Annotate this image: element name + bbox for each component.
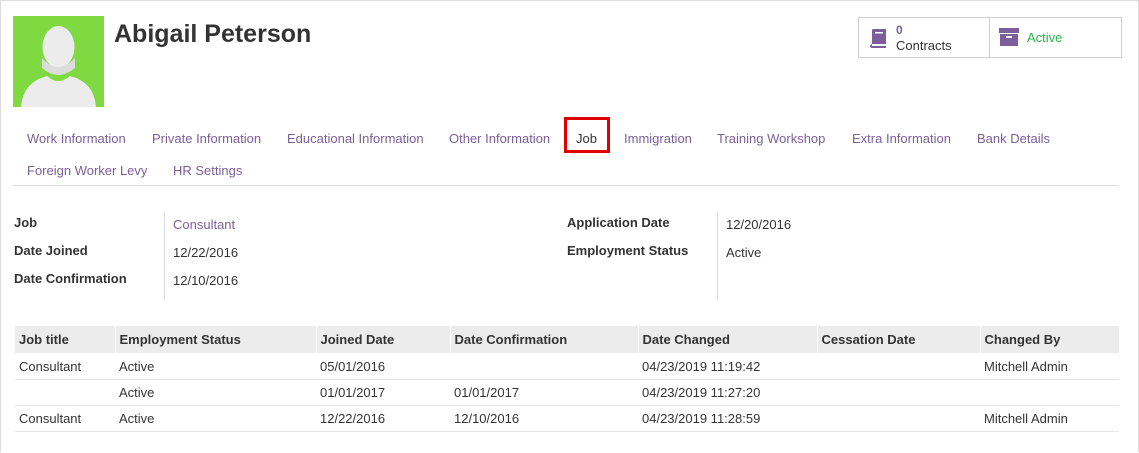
- job-tab-highlight: [564, 117, 610, 153]
- cell-changed-by: Mitchell Admin: [980, 405, 1119, 432]
- cell-employment-status: Active: [115, 405, 316, 432]
- cell-joined-date: 12/22/2016: [316, 405, 450, 432]
- active-label: Active: [1027, 30, 1063, 45]
- column-header-joined-date[interactable]: Joined Date: [315, 326, 450, 353]
- field-divider-left: [164, 212, 165, 300]
- column-header-cessation-date[interactable]: Cessation Date: [816, 326, 980, 353]
- cell-date-confirmation: 01/01/2017: [450, 379, 638, 406]
- tab-foreign-worker-levy[interactable]: Foreign Worker Levy: [27, 163, 147, 178]
- book-icon: [870, 29, 886, 48]
- active-toggle-button[interactable]: Active: [989, 17, 1122, 58]
- tab-work-information[interactable]: Work Information: [27, 131, 126, 146]
- cell-date-changed: 04/23/2019 11:27:20: [638, 379, 817, 406]
- cell-date-confirmation: [450, 353, 638, 380]
- person-silhouette-icon: [21, 26, 96, 107]
- column-header-date-confirmation[interactable]: Date Confirmation: [449, 326, 638, 353]
- tab-private-information[interactable]: Private Information: [152, 131, 261, 146]
- cell-job-title: Consultant: [15, 353, 115, 380]
- contracts-label: Contracts: [896, 38, 952, 53]
- application-date-label: Application Date: [567, 215, 670, 230]
- contracts-button[interactable]: 0 Contracts: [858, 17, 991, 58]
- cell-employment-status: Active: [115, 353, 316, 380]
- tab-immigration[interactable]: Immigration: [624, 131, 692, 146]
- avatar[interactable]: [13, 16, 104, 107]
- job-field[interactable]: Consultant: [173, 217, 235, 232]
- date-confirmation-label: Date Confirmation: [14, 271, 127, 286]
- cell-date-changed: 04/23/2019 11:19:42: [638, 353, 817, 380]
- date-joined-label: Date Joined: [14, 243, 88, 258]
- tab-extra-information[interactable]: Extra Information: [852, 131, 951, 146]
- cell-job-title: Consultant: [15, 405, 115, 432]
- cell-changed-by: [980, 379, 1119, 406]
- tab-training-workshop[interactable]: Training Workshop: [717, 131, 825, 146]
- contracts-count: 0: [896, 23, 903, 37]
- archive-icon: [999, 28, 1019, 46]
- tab-hr-settings[interactable]: HR Settings: [173, 163, 242, 178]
- cell-changed-by: Mitchell Admin: [980, 353, 1119, 380]
- cell-employment-status: Active: [115, 379, 316, 406]
- cell-date-confirmation: 12/10/2016: [450, 405, 638, 432]
- column-header-employment-status[interactable]: Employment Status: [114, 326, 316, 353]
- tab-educational-information[interactable]: Educational Information: [287, 131, 424, 146]
- cell-cessation-date: [817, 405, 980, 432]
- cell-joined-date: 05/01/2016: [316, 353, 450, 380]
- column-header-date-changed[interactable]: Date Changed: [637, 326, 817, 353]
- table-row[interactable]: Active 01/01/2017 01/01/2017 04/23/2019 …: [15, 379, 1119, 406]
- field-divider-right: [717, 212, 718, 300]
- tab-other-information[interactable]: Other Information: [449, 131, 550, 146]
- cell-joined-date: 01/01/2017: [316, 379, 450, 406]
- cell-date-changed: 04/23/2019 11:28:59: [638, 405, 817, 432]
- cell-cessation-date: [817, 379, 980, 406]
- employment-status-label: Employment Status: [567, 243, 689, 258]
- date-confirmation-field[interactable]: 12/10/2016: [173, 273, 238, 288]
- tabs-divider: [13, 185, 1119, 186]
- table-header-row: Job title Employment Status Joined Date …: [15, 326, 1119, 353]
- employee-name: Abigail Peterson: [114, 20, 312, 48]
- column-header-changed-by[interactable]: Changed By: [979, 326, 1119, 353]
- table-row[interactable]: Consultant Active 12/22/2016 12/10/2016 …: [15, 405, 1119, 432]
- job-label: Job: [14, 215, 38, 230]
- application-date-field[interactable]: 12/20/2016: [726, 217, 791, 232]
- date-joined-field[interactable]: 12/22/2016: [173, 245, 238, 260]
- column-header-job-title[interactable]: Job title: [15, 326, 115, 353]
- cell-job-title: [15, 379, 115, 406]
- employment-status-field[interactable]: Active: [726, 245, 761, 260]
- job-history-table: Job title Employment Status Joined Date …: [15, 326, 1119, 432]
- table-row[interactable]: Consultant Active 05/01/2016 04/23/2019 …: [15, 353, 1119, 380]
- cell-cessation-date: [817, 353, 980, 380]
- tab-bank-details[interactable]: Bank Details: [977, 131, 1050, 146]
